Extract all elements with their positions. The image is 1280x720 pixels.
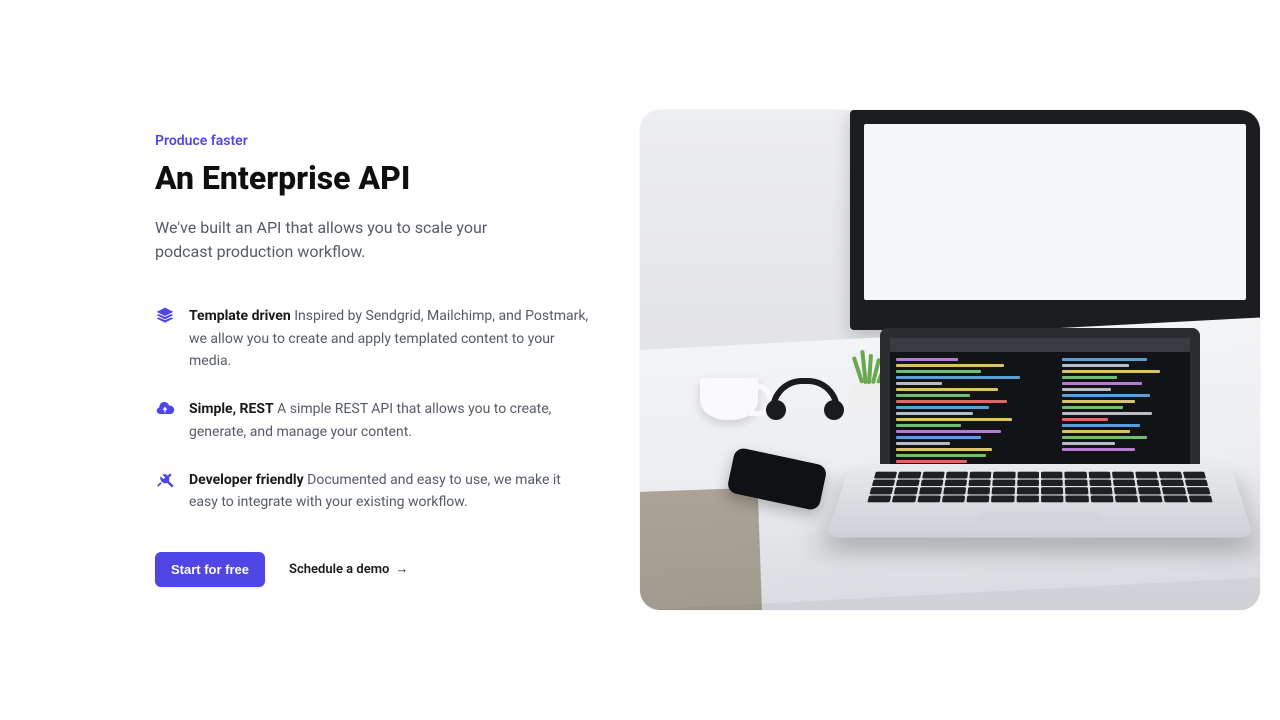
feature-title: Developer friendly — [189, 472, 304, 488]
eyebrow: Produce faster — [155, 133, 590, 149]
hero-section: Produce faster An Enterprise API We've b… — [0, 0, 1280, 720]
page-title: An Enterprise API — [155, 159, 590, 197]
feature-item: Simple, REST A simple REST API that allo… — [155, 398, 590, 443]
feature-list: Template driven Inspired by Sendgrid, Ma… — [155, 305, 590, 514]
arrow-right-icon: → — [395, 561, 408, 577]
tools-icon — [155, 470, 175, 490]
layers-icon — [155, 306, 175, 326]
feature-text: Template driven Inspired by Sendgrid, Ma… — [189, 305, 589, 372]
feature-title: Template driven — [189, 308, 291, 324]
feature-item: Developer friendly Documented and easy t… — [155, 469, 590, 514]
schedule-demo-link[interactable]: Schedule a demo → — [289, 561, 408, 577]
start-free-button[interactable]: Start for free — [155, 552, 265, 587]
feature-title: Simple, REST — [189, 401, 274, 417]
workspace-photo — [640, 110, 1260, 610]
hero-visual — [640, 0, 1280, 720]
feature-item: Template driven Inspired by Sendgrid, Ma… — [155, 305, 590, 372]
cloud-upload-icon — [155, 399, 175, 419]
schedule-demo-label: Schedule a demo — [289, 562, 389, 577]
feature-text: Simple, REST A simple REST API that allo… — [189, 398, 589, 443]
hero-content: Produce faster An Enterprise API We've b… — [0, 73, 640, 647]
hero-lead: We've built an API that allows you to sc… — [155, 216, 515, 266]
feature-text: Developer friendly Documented and easy t… — [189, 469, 589, 514]
cta-row: Start for free Schedule a demo → — [155, 552, 590, 587]
